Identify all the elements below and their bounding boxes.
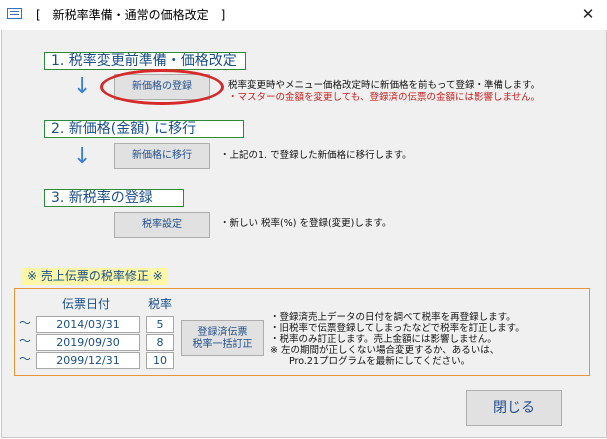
section-1-heading: 1. 税率変更前準備・価格改定 (44, 52, 246, 70)
rate-field-3[interactable]: 10 (146, 352, 174, 369)
section-3-desc: ・新しい 税率(%) を登録(変更)します。 (220, 218, 392, 229)
bulk-tax-fix-line-2: 税率一括訂正 (192, 339, 253, 350)
rate-field-1[interactable]: 5 (146, 316, 174, 333)
section-2-desc: ・上記の1. で登録した新価格に移行します。 (220, 150, 412, 161)
tax-fix-label: ※ 売上伝票の税率修正 ※ (22, 268, 168, 285)
range-tilde: ～ (19, 316, 32, 330)
title-bar: [ 新税率準備・通常の価格改定 ] ✕ (0, 0, 607, 30)
date-field-1[interactable]: 2014/03/31 (36, 316, 140, 333)
rate-field-2[interactable]: 8 (146, 334, 174, 351)
section-1-desc-2: ・マスターの金額を変更しても、登録済の伝票の金額には影響しません。 (228, 92, 541, 103)
register-new-price-button[interactable]: 新価格の登録 (114, 74, 210, 100)
section-3-heading: 3. 新税率の登録 (44, 189, 184, 207)
down-arrow-icon: ↓ (73, 144, 92, 169)
migrate-new-price-button[interactable]: 新価格に移行 (114, 143, 210, 169)
tax-fix-desc-5: Pro.21プログラムを最新にしてください。 (270, 356, 471, 367)
date-field-2[interactable]: 2019/09/30 (36, 334, 140, 351)
tax-rate-setting-button[interactable]: 税率設定 (114, 212, 210, 238)
range-tilde: ～ (19, 352, 32, 366)
bulk-tax-fix-button[interactable]: 登録済伝票 税率一括訂正 (181, 320, 264, 356)
bulk-tax-fix-line-1: 登録済伝票 (197, 327, 248, 338)
form-window-icon (7, 8, 22, 19)
section-2-heading: 2. 新価格(金額) に移行 (44, 120, 244, 138)
window-close-button[interactable]: ✕ (577, 4, 599, 24)
down-arrow-icon: ↓ (73, 74, 92, 99)
section-1-desc-1: 税率変更時やメニュー価格改定時に新価格を前もって登録・準備します。 (228, 80, 541, 91)
range-tilde: ～ (19, 334, 32, 348)
rate-column-header: 税率 (148, 297, 173, 311)
close-form-button[interactable]: 閉じる (466, 390, 562, 426)
window-title: [ 新税率準備・通常の価格改定 ] (36, 8, 226, 22)
date-field-3[interactable]: 2099/12/31 (36, 352, 140, 369)
date-column-header: 伝票日付 (62, 297, 111, 311)
